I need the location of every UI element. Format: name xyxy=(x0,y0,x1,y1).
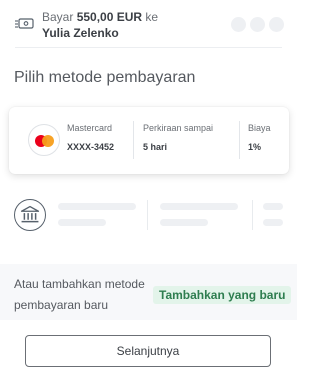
progress-dots xyxy=(231,17,284,32)
recipient-name: Yulia Zelenko xyxy=(42,26,119,40)
progress-dot xyxy=(250,17,265,32)
skeleton-line xyxy=(263,219,283,226)
card-divider xyxy=(239,121,240,159)
card-brand: Mastercard xyxy=(67,123,113,133)
estimate-value: 5 hari xyxy=(143,142,168,152)
mastercard-icon xyxy=(28,124,60,156)
next-button[interactable]: Selanjutnya xyxy=(25,335,271,367)
add-method-text: Atau tambahkan metode pembayaran baru xyxy=(14,277,145,312)
skeleton-line xyxy=(58,219,106,226)
fee-info: Biaya 1% xyxy=(248,123,271,152)
payment-header: Bayar 550,00 EUR ke Yulia Zelenko xyxy=(0,0,297,48)
skeleton-line xyxy=(263,203,283,210)
card-divider xyxy=(133,121,134,159)
skeleton-divider xyxy=(252,200,253,230)
payment-amount-line: Bayar 550,00 EUR ke xyxy=(42,10,158,24)
pay-suffix: ke xyxy=(145,10,159,24)
add-method-panel: Atau tambahkan metode pembayaran baru Ta… xyxy=(0,264,297,320)
payment-method-bank-placeholder[interactable] xyxy=(0,190,297,240)
estimate-label: Perkiraan sampai xyxy=(143,123,214,133)
fee-label: Biaya xyxy=(248,123,271,133)
progress-dot xyxy=(269,17,284,32)
add-new-method-link[interactable]: Tambahkan yang baru xyxy=(153,286,292,304)
estimate-info: Perkiraan sampai 5 hari xyxy=(143,123,213,152)
bank-icon xyxy=(14,199,46,231)
card-number: XXXX-3452 xyxy=(67,142,115,152)
payment-method-card-mastercard[interactable]: Mastercard XXXX-3452 Perkiraan sampai 5 … xyxy=(9,107,289,174)
skeleton-line xyxy=(160,203,238,210)
skeleton-line xyxy=(58,203,136,210)
skeleton-divider xyxy=(147,200,148,230)
pay-prefix: Bayar xyxy=(42,10,74,24)
progress-dot xyxy=(231,17,246,32)
skeleton-line xyxy=(160,219,208,226)
card-info: Mastercard XXXX-3452 xyxy=(67,123,114,152)
money-transfer-icon xyxy=(15,18,34,29)
payment-amount: 550,00 EUR xyxy=(76,10,143,24)
section-title: Pilih metode pembayaran xyxy=(14,69,196,86)
fee-value: 1% xyxy=(248,142,262,152)
header-divider xyxy=(15,47,282,48)
